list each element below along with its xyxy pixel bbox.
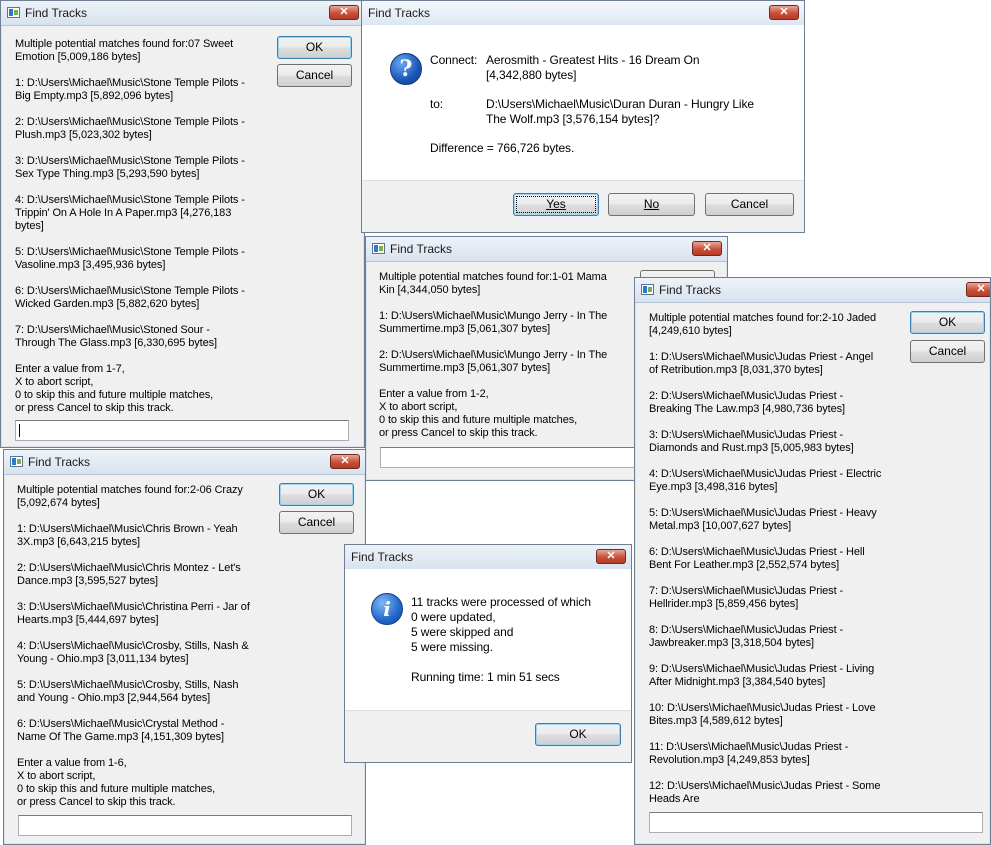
title-bar[interactable]: Find Tracks ✕: [366, 237, 727, 262]
app-icon: [372, 243, 385, 254]
cancel-button[interactable]: Cancel: [705, 193, 794, 216]
close-button[interactable]: ✕: [966, 282, 990, 297]
window-title: Find Tracks: [351, 550, 414, 564]
close-button[interactable]: ✕: [596, 549, 626, 564]
window-title: Find Tracks: [390, 242, 453, 256]
window-title: Find Tracks: [659, 283, 722, 297]
app-icon: [7, 7, 20, 18]
cancel-button[interactable]: Cancel: [910, 340, 985, 363]
title-bar[interactable]: Find Tracks ✕: [345, 545, 631, 570]
yes-button-label: Yes: [546, 197, 566, 211]
question-icon: ?: [390, 53, 422, 85]
find-tracks-dialog-crazy: Find Tracks ✕ Multiple potential matches…: [3, 449, 366, 845]
close-button[interactable]: ✕: [769, 5, 799, 20]
ok-button[interactable]: OK: [279, 483, 354, 506]
title-bar[interactable]: Find Tracks ✕: [635, 278, 990, 303]
find-tracks-connect-dialog: Find Tracks ✕ ? Connect: Aerosmith - Gre…: [361, 0, 805, 233]
message-text: Multiple potential matches found for:1-0…: [379, 271, 608, 439]
app-icon: [641, 284, 654, 295]
app-icon: [10, 456, 23, 467]
to-value: D:\Users\Michael\Music\Duran Duran - Hun…: [486, 97, 754, 126]
summary-text: 11 tracks were processed of which 0 were…: [411, 595, 591, 684]
cancel-button[interactable]: Cancel: [277, 64, 352, 87]
ok-button[interactable]: OK: [910, 311, 985, 334]
connect-label: Connect:: [430, 53, 478, 67]
title-bar[interactable]: Find Tracks ✕: [4, 450, 365, 475]
window-title: Find Tracks: [28, 455, 91, 469]
yes-button[interactable]: Yes: [513, 193, 599, 216]
cancel-button[interactable]: Cancel: [279, 511, 354, 534]
message-text: Multiple potential matches found for:2-0…: [17, 484, 250, 808]
info-icon: i: [371, 593, 403, 625]
connect-value: Aerosmith - Greatest Hits - 16 Dream On …: [486, 53, 700, 82]
message-text: Multiple potential matches found for:2-1…: [649, 312, 882, 805]
ok-button[interactable]: OK: [277, 36, 352, 59]
find-tracks-dialog-sweet-emotion: Find Tracks ✕ Multiple potential matches…: [0, 0, 365, 448]
close-button[interactable]: ✕: [329, 5, 359, 20]
window-title: Find Tracks: [25, 6, 88, 20]
difference-text: Difference = 766,726 bytes.: [430, 141, 575, 155]
to-label: to:: [430, 97, 444, 111]
close-button[interactable]: ✕: [330, 454, 360, 469]
ok-button[interactable]: OK: [535, 723, 621, 746]
no-button[interactable]: No: [608, 193, 695, 216]
title-bar[interactable]: Find Tracks ✕: [1, 1, 364, 26]
title-bar[interactable]: Find Tracks ✕: [362, 1, 804, 26]
message-text: Multiple potential matches found for:07 …: [15, 38, 245, 414]
value-input[interactable]: [649, 812, 983, 833]
text-caret: [19, 424, 20, 437]
button-bar: Yes No Cancel: [362, 180, 804, 232]
no-button-label: No: [643, 197, 660, 211]
value-input[interactable]: [18, 815, 352, 836]
find-tracks-dialog-jaded: Find Tracks ✕ Multiple potential matches…: [634, 277, 991, 845]
button-bar: OK: [345, 710, 631, 762]
close-button[interactable]: ✕: [692, 241, 722, 256]
value-input[interactable]: [15, 420, 349, 441]
window-title: Find Tracks: [368, 6, 431, 20]
find-tracks-summary-dialog: Find Tracks ✕ i 11 tracks were processed…: [344, 544, 632, 763]
